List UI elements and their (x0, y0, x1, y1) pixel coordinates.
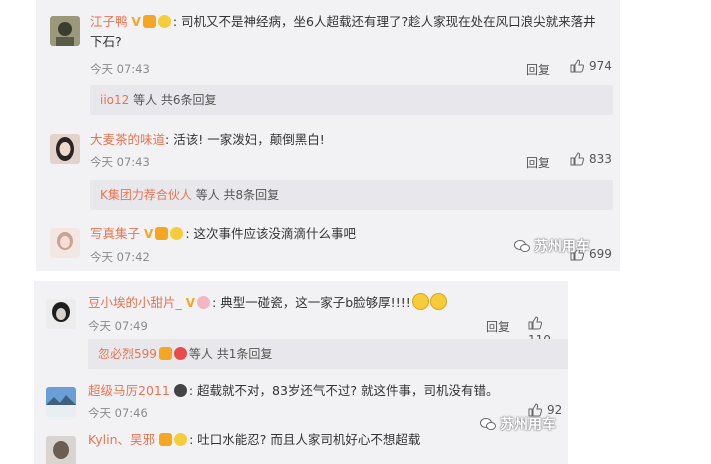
like-count: 833 (589, 152, 612, 166)
sub-replies-link[interactable]: 忽必烈599 等人 共1条回复 (88, 339, 568, 369)
avatar[interactable] (50, 134, 80, 164)
comment-content: 江子鸭 V: 司机又不是神经病，坐6人超载还有理了?趁人家现在处在风口浪尖就来落井… (90, 14, 596, 49)
comment-time: 今天 07:43 (90, 155, 150, 169)
username[interactable]: 豆小埃的小甜片_ (88, 295, 182, 310)
wechat-logo-icon (514, 239, 530, 257)
comment-time: 今天 07:42 (90, 250, 150, 264)
panda-badge-icon (173, 384, 187, 397)
verified-v-icon: V (185, 296, 196, 310)
avatar[interactable] (46, 387, 76, 417)
medal-badge-icon (173, 347, 187, 360)
medal-badge-icon (157, 15, 171, 28)
comment-text: 这次事件应该没滴滴什么事吧 (193, 226, 357, 241)
comments-panel-bottom: 豆小埃的小甜片_ V: 典型一碰瓷，这一家子b脸够厚!!!! 今天 07:49 回… (34, 281, 568, 464)
comment-time: 今天 07:43 (90, 62, 150, 76)
vip-badge-icon (158, 347, 172, 360)
avatar[interactable] (50, 228, 80, 258)
like-button[interactable]: 974 (570, 59, 612, 76)
username[interactable]: 写真集子 (90, 226, 140, 241)
username[interactable]: Kylin、吴邪 (88, 432, 155, 447)
like-count: 699 (589, 247, 612, 261)
sub-reply-summary: 等人 共6条回复 (129, 93, 217, 107)
like-button[interactable]: 833 (570, 152, 612, 169)
comment-content: 大麦茶的味道: 活该! 一家泼妇，颠倒黑白! (90, 132, 325, 147)
comment-text: 超载就不对，83岁还气不过? 就这件事，司机没有错。 (197, 383, 499, 398)
vip-badge-icon (159, 433, 173, 446)
vip-badge-icon (155, 227, 169, 240)
bulb-badge-icon (170, 227, 184, 240)
comment-text: 吐口水能忍? 而且人家司机好心不想超载 (197, 432, 421, 447)
comment-time: 今天 07:49 (88, 319, 148, 333)
sub-reply-username: K集团力荐合伙人 (100, 188, 192, 202)
verified-v-icon: V (131, 15, 141, 29)
laugh-emoji-icon (411, 293, 429, 310)
avatar[interactable] (46, 436, 76, 464)
sub-reply-summary: 等人 共8条回复 (191, 188, 280, 202)
reply-button[interactable]: 回复 (526, 154, 550, 171)
comments-panel-top: 江子鸭 V: 司机又不是神经病，坐6人超载还有理了?趁人家现在处在风口浪尖就来落井… (36, 0, 620, 271)
username[interactable]: 大麦茶的味道 (90, 132, 165, 147)
comment-content: 豆小埃的小甜片_ V: 典型一碰瓷，这一家子b脸够厚!!!! (88, 293, 556, 313)
watermark: 苏州用车 (514, 236, 590, 257)
thumbs-up-icon (528, 316, 543, 333)
comment-content: 超级马厉2011: 超载就不对，83岁还气不过? 就这件事，司机没有错。 (88, 383, 499, 398)
username[interactable]: 江子鸭 (90, 14, 128, 29)
avatar[interactable] (50, 16, 80, 46)
vip-badge-icon (142, 15, 156, 28)
avatar[interactable] (46, 299, 76, 329)
wechat-logo-icon (480, 417, 496, 435)
thumbs-up-icon (570, 152, 585, 169)
sub-replies-link[interactable]: K集团力荐合伙人 等人 共8条回复 (90, 180, 613, 210)
medal-badge-icon (174, 433, 188, 446)
laugh-emoji-icon (429, 293, 447, 310)
sub-reply-username: iio12 (100, 93, 130, 107)
comment-text: 典型一碰瓷，这一家子b脸够厚!!!! (220, 295, 411, 310)
comment-time: 今天 07:46 (88, 406, 148, 420)
reply-button[interactable]: 回复 (526, 61, 550, 78)
sub-reply-username: 忽必烈599 (98, 347, 157, 361)
verified-v-icon: V (144, 227, 154, 241)
like-count: 974 (589, 59, 612, 73)
sub-reply-summary: 等人 共1条回复 (188, 347, 273, 361)
reply-button[interactable]: 回复 (486, 318, 510, 335)
thumbs-up-icon (570, 59, 585, 76)
comment-text: 活该! 一家泼妇，颠倒黑白! (173, 132, 325, 147)
watermark: 苏州用车 (480, 414, 556, 435)
sub-replies-link[interactable]: iio12 等人 共6条回复 (90, 85, 613, 115)
pig-badge-icon (197, 296, 211, 309)
username[interactable]: 超级马厉2011 (88, 383, 170, 398)
